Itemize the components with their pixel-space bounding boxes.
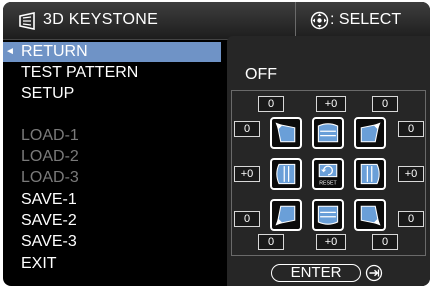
menu-item-save-3[interactable]: SAVE-3 bbox=[3, 232, 221, 252]
number-upper-left: 0 bbox=[234, 121, 260, 137]
corner-bottom-right-icon bbox=[360, 205, 381, 226]
number-bottom-left: 0 bbox=[258, 234, 284, 250]
edge-left-button[interactable] bbox=[270, 158, 302, 190]
menu-item-test-pattern[interactable]: TEST PATTERN bbox=[3, 63, 221, 83]
menu-item-load-2: LOAD-2 bbox=[21, 148, 79, 165]
menu-item-exit[interactable]: EXIT bbox=[3, 254, 221, 274]
menu-item-load-3: LOAD-3 bbox=[21, 169, 79, 186]
corner-top-left-button[interactable] bbox=[270, 117, 302, 149]
reset-label: RESET bbox=[319, 181, 337, 187]
number-mid-right: +0 bbox=[398, 166, 424, 182]
menu-title: 3D KEYSTONE bbox=[43, 11, 159, 28]
edge-left-icon bbox=[276, 163, 296, 185]
select-dpad-icon bbox=[310, 11, 329, 30]
reset-icon: RESET bbox=[318, 163, 338, 187]
corner-bottom-right-button[interactable] bbox=[354, 199, 386, 231]
edge-bottom-icon bbox=[317, 205, 339, 225]
corner-top-left-icon bbox=[275, 122, 296, 143]
select-hint: : SELECT bbox=[330, 11, 402, 28]
menu-item-save-1[interactable]: SAVE-1 bbox=[3, 190, 221, 210]
keystone-value: OFF bbox=[245, 66, 277, 83]
keystone-panel: OFF 0 +0 0 0 0 +0 +0 0 0 0 +0 0 RESET EN… bbox=[227, 36, 430, 286]
menu-item-load-1: LOAD-1 bbox=[21, 127, 79, 144]
edge-top-icon bbox=[317, 123, 339, 143]
edge-top-button[interactable] bbox=[312, 117, 344, 149]
number-bottom-right: 0 bbox=[372, 234, 398, 250]
menu-item-return[interactable]: RETURN bbox=[3, 42, 221, 62]
header-divider bbox=[295, 2, 296, 40]
number-bottom-center: +0 bbox=[316, 234, 346, 250]
corner-bottom-left-icon bbox=[275, 205, 296, 226]
number-top-left: 0 bbox=[258, 96, 284, 112]
edge-bottom-button[interactable] bbox=[312, 199, 344, 231]
enter-arrow-icon bbox=[365, 264, 383, 282]
corner-bottom-left-button[interactable] bbox=[270, 199, 302, 231]
number-upper-right: 0 bbox=[398, 121, 424, 137]
menu-item-save-2[interactable]: SAVE-2 bbox=[3, 211, 221, 231]
keystone-grid: 0 +0 0 0 0 +0 +0 0 0 0 +0 0 RESET bbox=[231, 90, 426, 256]
keystone-icon bbox=[19, 12, 35, 30]
number-lower-right: 0 bbox=[398, 211, 424, 227]
menu-item-setup[interactable]: SETUP bbox=[3, 84, 221, 104]
number-lower-left: 0 bbox=[234, 211, 260, 227]
menu-header: 3D KEYSTONE : SELECT bbox=[3, 2, 430, 40]
corner-top-right-button[interactable] bbox=[354, 117, 386, 149]
enter-button[interactable]: ENTER bbox=[271, 264, 361, 282]
reset-button[interactable]: RESET bbox=[312, 158, 344, 190]
keystone-osd: 3D KEYSTONE : SELECT RETURNTEST PATTERNS… bbox=[3, 2, 430, 286]
number-top-center: +0 bbox=[316, 96, 346, 112]
number-top-right: 0 bbox=[372, 96, 398, 112]
number-mid-left: +0 bbox=[234, 166, 260, 182]
edge-right-icon bbox=[360, 163, 380, 185]
corner-top-right-icon bbox=[360, 122, 381, 143]
edge-right-button[interactable] bbox=[354, 158, 386, 190]
